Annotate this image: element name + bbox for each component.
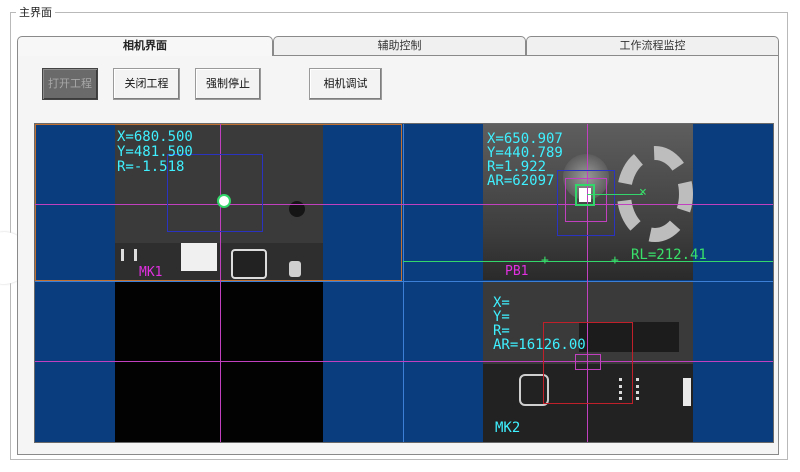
view-divider-vertical bbox=[403, 124, 404, 442]
camera-view-area[interactable]: X=680.500 Y=481.500 R=-1.518 MK1 + + × X… bbox=[34, 123, 774, 443]
pb1-x-readout: X=650.907 bbox=[487, 131, 563, 147]
mk1-y-readout: Y=481.500 bbox=[117, 144, 193, 160]
pb1-x-mark: × bbox=[639, 185, 647, 200]
pb1-cross-mark-2: + bbox=[611, 253, 619, 268]
pb1-y-readout: Y=440.789 bbox=[487, 145, 563, 161]
tab-workflow-monitor[interactable]: 工作流程监控 bbox=[526, 36, 779, 55]
crosshair-h-top bbox=[35, 204, 773, 205]
pb1-green-axis-h bbox=[403, 261, 773, 262]
group-title: 主界面 bbox=[16, 4, 55, 20]
pb1-label: PB1 bbox=[505, 264, 529, 279]
target-marker-pb1 bbox=[575, 184, 595, 206]
mk2-y-readout: Y= bbox=[493, 309, 510, 325]
pb1-rl-readout: RL=212.41 bbox=[631, 247, 707, 263]
tab-camera[interactable]: 相机界面 bbox=[17, 36, 273, 56]
image-edge-white bbox=[683, 378, 691, 406]
force-stop-button[interactable]: 强制停止 bbox=[195, 68, 261, 100]
close-project-button[interactable]: 关闭工程 bbox=[113, 68, 180, 100]
view-divider-horizontal bbox=[35, 281, 773, 282]
pb1-green-axis-short bbox=[587, 194, 643, 195]
camera-debug-button[interactable]: 相机调试 bbox=[309, 68, 382, 100]
mk1-x-readout: X=680.500 bbox=[117, 129, 193, 145]
target-marker-mk1 bbox=[217, 194, 231, 208]
mk2-label: MK2 bbox=[495, 420, 521, 436]
mk1-label: MK1 bbox=[139, 265, 163, 280]
pb1-cross-mark-1: + bbox=[541, 253, 549, 268]
pb1-ar-readout: AR=62097 bbox=[487, 173, 555, 189]
tab-aux-control[interactable]: 辅助控制 bbox=[273, 36, 526, 55]
crosshair-h-bottom bbox=[35, 361, 773, 362]
mk1-r-readout: R=-1.518 bbox=[117, 159, 185, 175]
roi-box-mk2-inner bbox=[575, 354, 601, 370]
mk2-x-readout: X= bbox=[493, 295, 510, 311]
pb1-r-readout: R=1.922 bbox=[487, 159, 547, 175]
mk2-ar-readout: AR=16126.00 bbox=[493, 337, 586, 353]
camera-image-bottom-left bbox=[115, 282, 323, 442]
open-project-button[interactable]: 打开工程 bbox=[42, 68, 98, 100]
mk2-r-readout: R= bbox=[493, 323, 510, 339]
